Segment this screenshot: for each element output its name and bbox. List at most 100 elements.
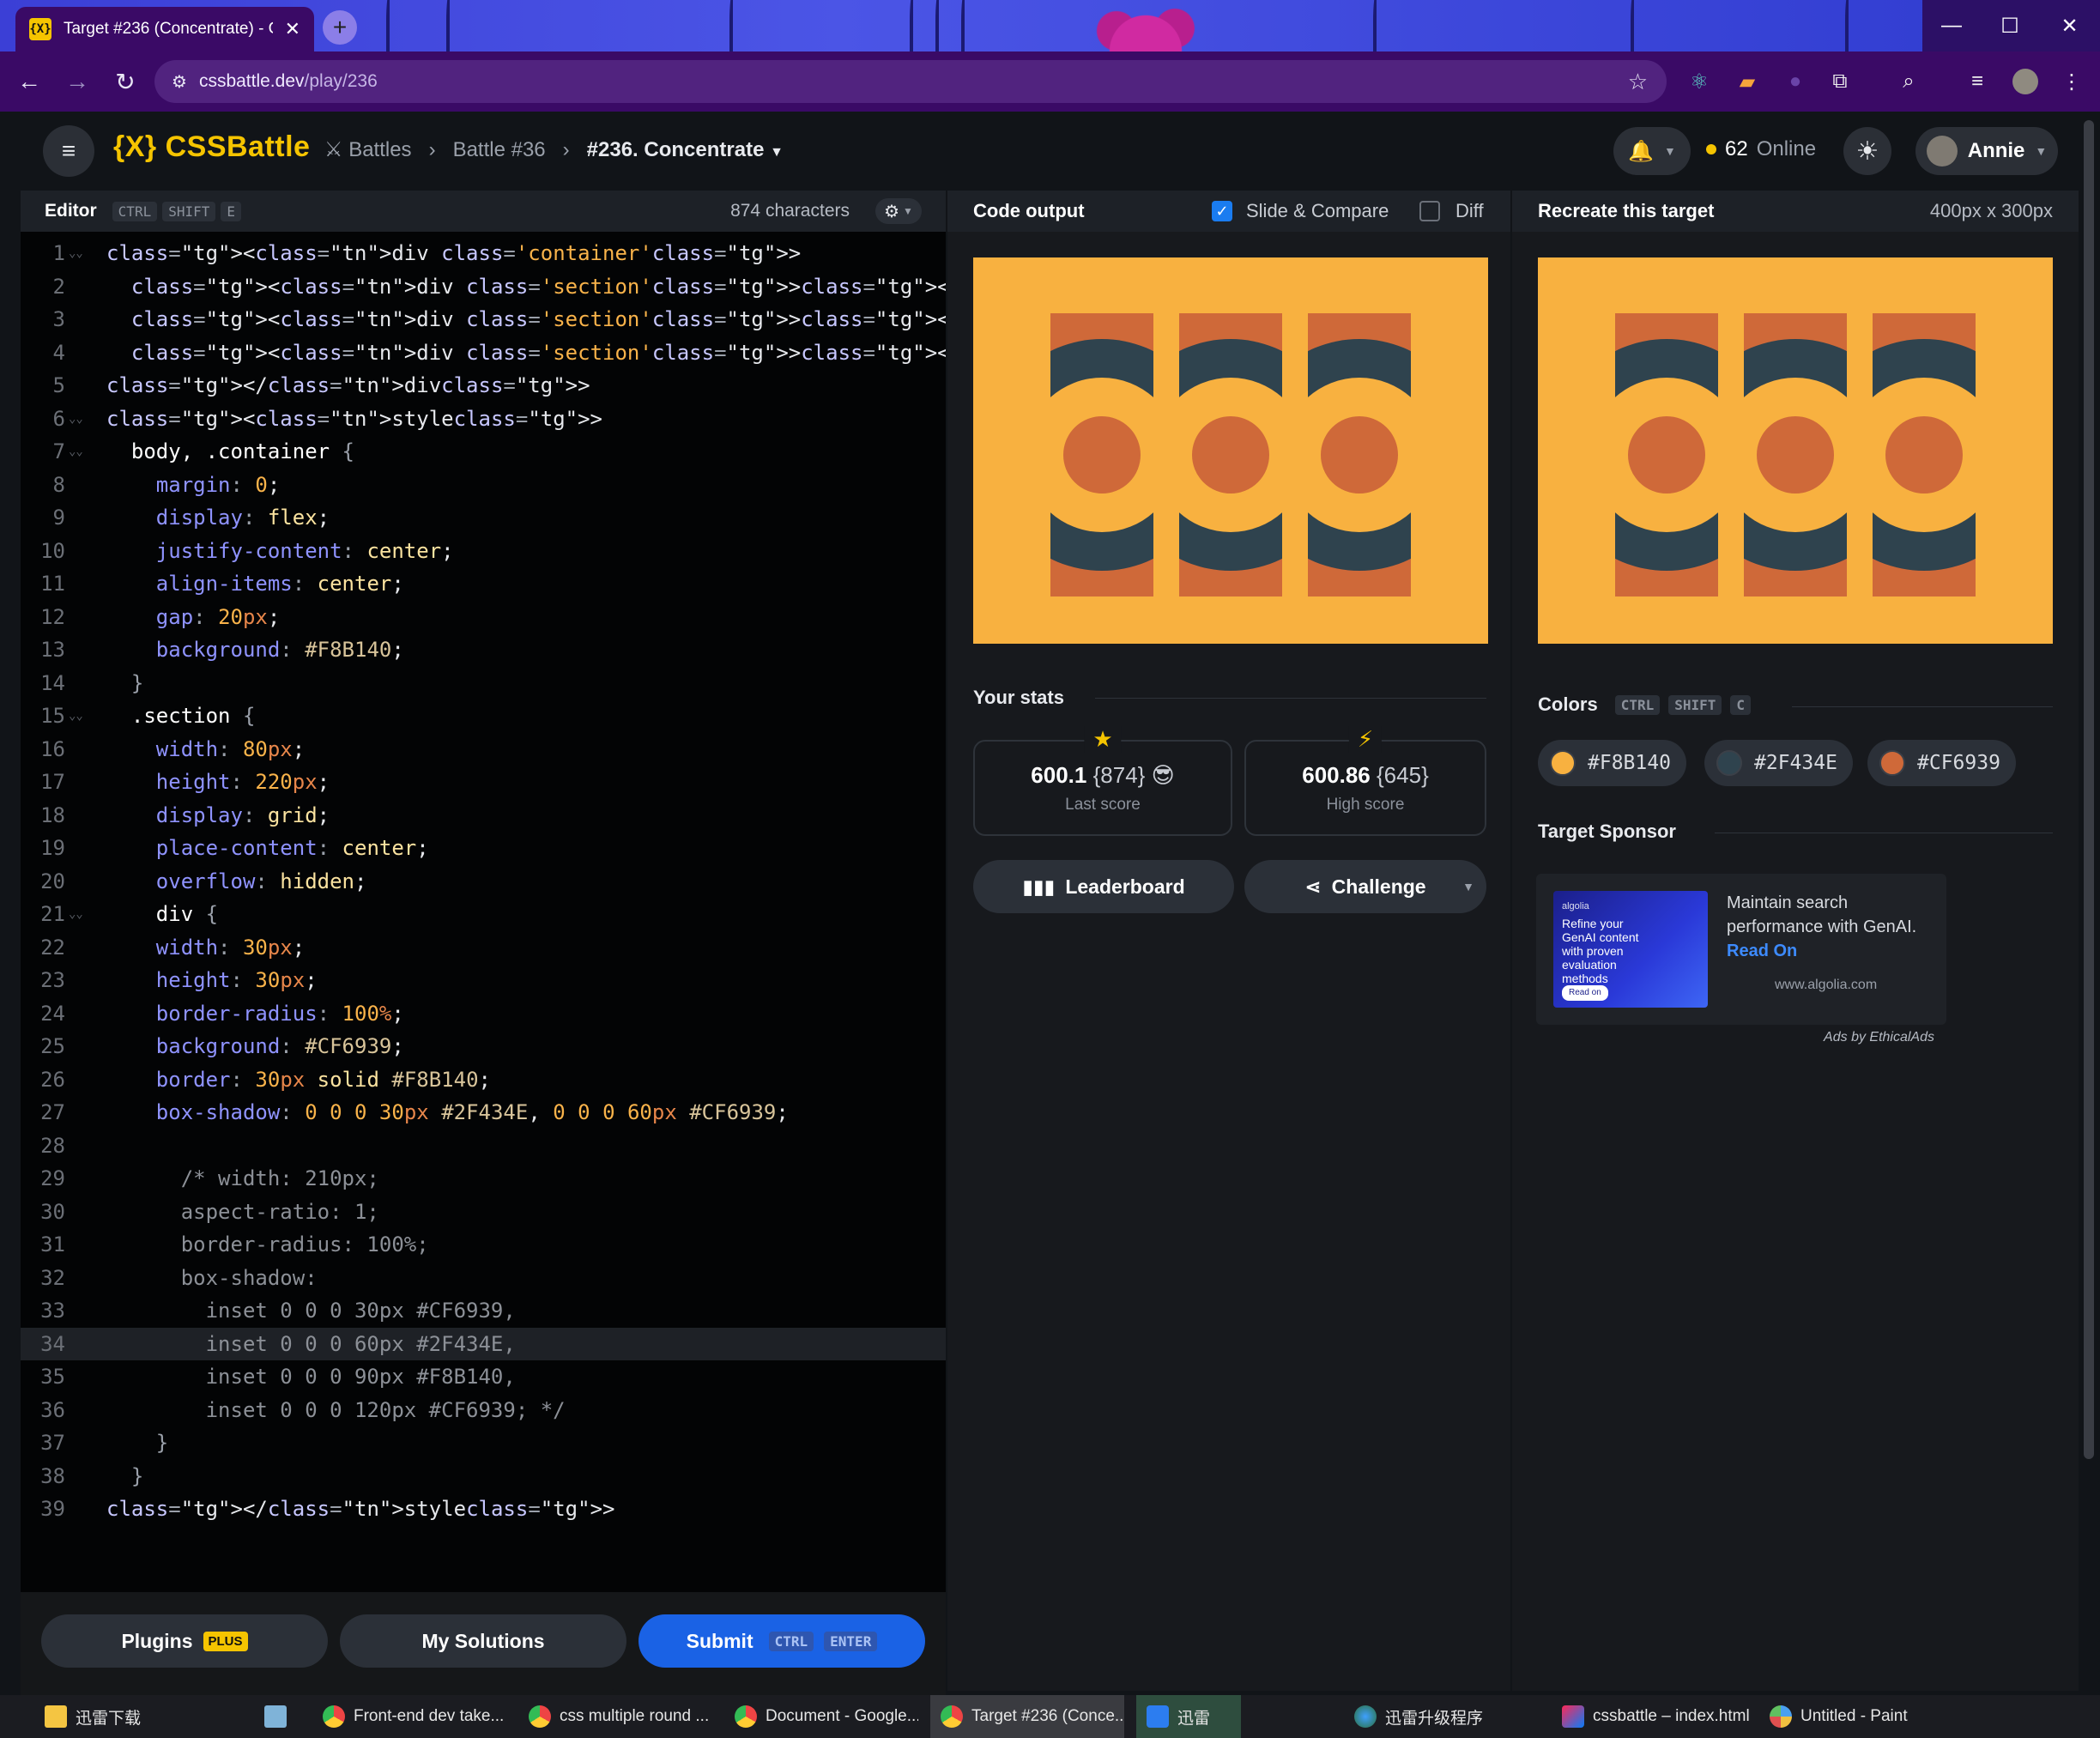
- taskbar-item[interactable]: [254, 1695, 292, 1738]
- ad-read-on-link[interactable]: Read On: [1727, 939, 1933, 963]
- editor-settings-button[interactable]: ⚙ ▼: [875, 198, 922, 224]
- color-chip-rust[interactable]: #CF6939: [1867, 740, 2016, 786]
- code-line[interactable]: 11 align-items: center;: [21, 567, 946, 601]
- code-line[interactable]: 14 }: [21, 667, 946, 700]
- my-solutions-button[interactable]: My Solutions: [340, 1614, 626, 1668]
- close-window-icon[interactable]: ✕: [2039, 0, 2100, 51]
- code-line[interactable]: 8 margin: 0;: [21, 469, 946, 502]
- code-output-render[interactable]: [973, 257, 1488, 644]
- hamburger-menu-icon[interactable]: ≡: [43, 125, 94, 177]
- code-line[interactable]: 28: [21, 1129, 946, 1163]
- fold-chevron-icon[interactable]: ⌄⌄: [69, 435, 83, 469]
- diff-checkbox[interactable]: [1419, 201, 1440, 221]
- code-line[interactable]: 5 class="tg"></class="tn">divclass="tg">>: [21, 369, 946, 403]
- code-line[interactable]: 9 display: flex;: [21, 501, 946, 535]
- theme-toggle-button[interactable]: ☀: [1843, 127, 1891, 175]
- taskbar-item[interactable]: 迅雷升级程序: [1344, 1695, 1516, 1738]
- code-line[interactable]: 35 inset 0 0 0 90px #F8B140,: [21, 1360, 946, 1394]
- page-scrollbar[interactable]: [2084, 120, 2094, 1459]
- fold-chevron-icon[interactable]: ⌄⌄: [69, 699, 83, 733]
- target-image[interactable]: [1538, 257, 2053, 644]
- code-line[interactable]: 20 overflow: hidden;: [21, 865, 946, 899]
- new-tab-button[interactable]: +: [323, 10, 357, 45]
- code-line[interactable]: 39 class="tg"></class="tn">styleclass="tg…: [21, 1493, 946, 1526]
- minimize-icon[interactable]: —: [1922, 0, 1981, 51]
- color-chip-orange[interactable]: #F8B140: [1538, 740, 1686, 786]
- react-devtools-icon[interactable]: ⚛: [1682, 64, 1716, 99]
- leaderboard-button[interactable]: ▮▮▮ Leaderboard: [973, 860, 1234, 913]
- challenge-button[interactable]: ⋖ Challenge ▼: [1244, 860, 1486, 913]
- code-line[interactable]: 3 class="tg"><class="tn">div class='sect…: [21, 303, 946, 336]
- code-line[interactable]: 17 height: 220px;: [21, 766, 946, 799]
- back-arrow-icon[interactable]: ←: [5, 58, 53, 106]
- extension-dark-icon[interactable]: ●: [1778, 64, 1813, 99]
- code-line[interactable]: 4 class="tg"><class="tn">div class='sect…: [21, 336, 946, 370]
- code-line[interactable]: 30 aspect-ratio: 1;: [21, 1196, 946, 1229]
- code-line[interactable]: 26 border: 30px solid #F8B140;: [21, 1063, 946, 1097]
- address-bar[interactable]: ⚙ cssbattle.dev/play/236 ☆: [154, 60, 1667, 103]
- code-line[interactable]: 16 width: 80px;: [21, 733, 946, 766]
- taskbar-item[interactable]: css multiple round ...: [518, 1695, 712, 1738]
- crumb-battle-36[interactable]: Battle #36: [453, 138, 546, 162]
- media-control-icon[interactable]: ≡: [1960, 64, 1994, 99]
- bookmark-star-icon[interactable]: ☆: [1628, 69, 1648, 95]
- plugins-button[interactable]: Plugins PLUS: [41, 1614, 328, 1668]
- code-line[interactable]: 36 inset 0 0 0 120px #CF6939; */: [21, 1394, 946, 1427]
- code-line[interactable]: 27 box-shadow: 0 0 0 30px #2F434E, 0 0 0…: [21, 1096, 946, 1129]
- code-line[interactable]: 2 class="tg"><class="tn">div class='sect…: [21, 270, 946, 304]
- color-chip-slate[interactable]: #2F434E: [1704, 740, 1853, 786]
- site-info-icon[interactable]: ⚙: [172, 71, 187, 93]
- browser-tab[interactable]: {X} Target #236 (Concentrate) - CSS ✕: [15, 7, 314, 51]
- code-line[interactable]: 19 place-content: center;: [21, 832, 946, 865]
- taskbar-item[interactable]: 迅雷: [1136, 1695, 1241, 1738]
- extension-note-icon[interactable]: ▰: [1730, 64, 1764, 99]
- code-editor[interactable]: 1 ⌄⌄ class="tg"><class="tn">div class='con…: [21, 232, 946, 1592]
- extensions-puzzle-icon[interactable]: ⧉: [1823, 64, 1857, 99]
- user-menu-button[interactable]: Annie ▼: [1915, 127, 2058, 175]
- code-line[interactable]: 12 gap: 20px;: [21, 601, 946, 634]
- code-line[interactable]: 21 ⌄⌄ div {: [21, 898, 946, 931]
- code-line[interactable]: 38 }: [21, 1460, 946, 1493]
- code-line[interactable]: 6 ⌄⌄ class="tg"><class="tn">styleclass="tg…: [21, 403, 946, 436]
- taskbar-item[interactable]: Document - Google...: [724, 1695, 918, 1738]
- slide-compare-checkbox[interactable]: ✓: [1212, 201, 1232, 221]
- code-line[interactable]: 31 border-radius: 100%;: [21, 1228, 946, 1262]
- fold-chevron-icon[interactable]: ⌄⌄: [69, 898, 83, 931]
- fold-chevron-icon[interactable]: ⌄⌄: [69, 237, 83, 270]
- crumb-current-target[interactable]: #236. Concentrate ▼: [587, 138, 784, 162]
- sponsor-ad[interactable]: algolia Refine your GenAI content with p…: [1536, 874, 1946, 1025]
- code-line[interactable]: 13 background: #F8B140;: [21, 633, 946, 667]
- slide-compare-label[interactable]: Slide & Compare: [1246, 200, 1389, 222]
- code-line[interactable]: 22 width: 30px;: [21, 931, 946, 965]
- code-line[interactable]: 29 /* width: 210px;: [21, 1162, 946, 1196]
- code-line[interactable]: 33 inset 0 0 0 30px #CF6939,: [21, 1294, 946, 1328]
- crumb-battles[interactable]: ⚔ Battles: [324, 137, 412, 162]
- diff-label[interactable]: Diff: [1455, 200, 1484, 222]
- code-line[interactable]: 24 border-radius: 100%;: [21, 997, 946, 1031]
- ad-image[interactable]: algolia Refine your GenAI content with p…: [1553, 891, 1708, 1008]
- profile-avatar-icon[interactable]: [2008, 64, 2043, 99]
- code-line[interactable]: 18 display: grid;: [21, 799, 946, 833]
- maximize-icon[interactable]: ☐: [1981, 0, 2039, 51]
- code-line[interactable]: 15 ⌄⌄ .section {: [21, 699, 946, 733]
- cssbattle-logo[interactable]: {X} CSSBattle: [113, 130, 310, 164]
- taskbar-item[interactable]: cssbattle – index.html: [1552, 1695, 1754, 1738]
- taskbar-item[interactable]: Front-end dev take...: [312, 1695, 506, 1738]
- fold-chevron-icon[interactable]: ⌄⌄: [69, 403, 83, 436]
- code-line[interactable]: 10 justify-content: center;: [21, 535, 946, 568]
- code-line[interactable]: 32 box-shadow:: [21, 1262, 946, 1295]
- taskbar-item[interactable]: Untitled - Paint: [1759, 1695, 1931, 1738]
- code-line[interactable]: 34 inset 0 0 0 60px #2F434E,: [21, 1327, 946, 1360]
- tab-close-icon[interactable]: ✕: [285, 18, 300, 40]
- tab-search-icon[interactable]: ⌕: [1891, 64, 1926, 99]
- ad-domain[interactable]: www.algolia.com: [1727, 973, 1933, 997]
- submit-button[interactable]: Submit CTRL ENTER: [638, 1614, 925, 1668]
- taskbar-item-active[interactable]: Target #236 (Conce...: [930, 1695, 1124, 1738]
- code-line[interactable]: 1 ⌄⌄ class="tg"><class="tn">div class='con…: [21, 237, 946, 270]
- ads-by-ethicalads[interactable]: Ads by EthicalAds: [1538, 1030, 1934, 1045]
- code-line[interactable]: 37 }: [21, 1426, 946, 1460]
- reload-icon[interactable]: ↻: [101, 58, 149, 106]
- forward-arrow-icon[interactable]: →: [53, 58, 101, 106]
- code-line[interactable]: 7 ⌄⌄ body, .container {: [21, 435, 946, 469]
- chevron-down-icon[interactable]: ▼: [1462, 880, 1474, 893]
